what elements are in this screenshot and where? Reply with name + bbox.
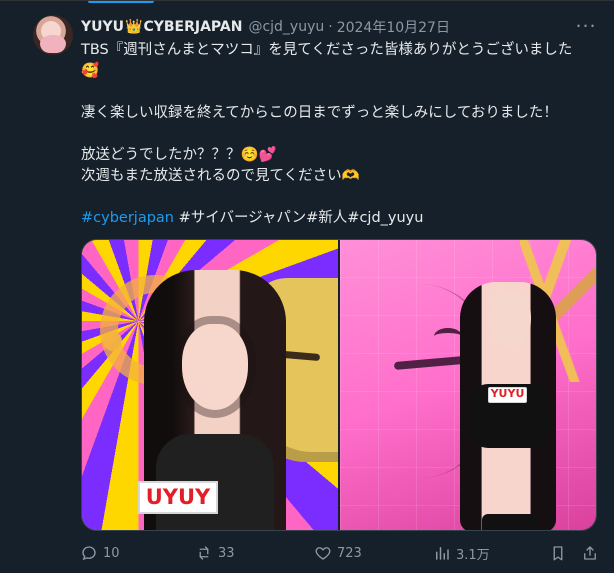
tweet-actions: 10 33 723 3.1万 bbox=[80, 541, 600, 565]
tweet-text-blank-line-1 bbox=[81, 82, 596, 103]
tweet-text-line-4: 放送どうでしたか？？？☺️💕 bbox=[81, 147, 277, 163]
cyberjapan-hashtag-link[interactable]: #cyberjapan bbox=[81, 210, 174, 226]
like-button[interactable]: 723 bbox=[314, 541, 362, 565]
share-icon bbox=[581, 544, 599, 562]
avatar[interactable] bbox=[33, 15, 73, 55]
repost-button[interactable]: 33 bbox=[195, 541, 235, 565]
bookmark-icon bbox=[549, 544, 567, 562]
reply-button[interactable]: 10 bbox=[80, 541, 120, 565]
views-button[interactable]: 3.1万 bbox=[433, 541, 490, 565]
bookmark-button[interactable] bbox=[549, 541, 567, 565]
tweet-text-line-1: TBS『週刊さんまとマツコ』を見てくださった皆様ありがとうございました bbox=[81, 42, 573, 58]
like-count: 723 bbox=[337, 545, 362, 561]
tweet-text: TBS『週刊さんまとマツコ』を見てくださった皆様ありがとうございました 🥰 凄く… bbox=[81, 40, 596, 229]
right-name-badge: YUYU bbox=[488, 387, 527, 403]
left-photo[interactable]: UYUY bbox=[82, 240, 338, 530]
repost-count: 33 bbox=[218, 545, 235, 561]
display-name-suffix[interactable]: CYBERJAPAN bbox=[143, 19, 242, 35]
reply-icon bbox=[80, 544, 98, 562]
right-photo[interactable]: YUYU bbox=[340, 240, 596, 530]
tweet-text-blank-line-3 bbox=[81, 187, 596, 208]
more-options-button[interactable]: ... bbox=[574, 12, 598, 38]
tweet-text-line-3: 凄く楽しい収録を終えてからこの日までずっと楽しみにしておりました！ bbox=[81, 105, 558, 121]
person-figure bbox=[460, 282, 556, 530]
tweet-media-grid[interactable]: UYUY YUYU bbox=[81, 239, 597, 531]
heart-icon bbox=[314, 544, 332, 562]
view-count: 3.1万 bbox=[456, 547, 490, 563]
other-hashtags[interactable]: #サイバージャパン#新人#cjd_yuyu bbox=[174, 210, 424, 226]
share-button[interactable] bbox=[581, 541, 599, 565]
tweet-text-blank-line-2 bbox=[81, 124, 596, 145]
tweet-date[interactable]: 2024年10月27日 bbox=[337, 17, 450, 37]
repost-icon bbox=[195, 544, 213, 562]
display-name-prefix[interactable]: YUYU bbox=[81, 19, 124, 35]
tweet-text-line-5: 次週もまた放送されるので見てください🫶 bbox=[81, 168, 360, 184]
reply-count: 10 bbox=[103, 545, 120, 561]
user-handle[interactable]: @cjd_yuyu bbox=[248, 19, 324, 35]
left-name-badge: UYUY bbox=[138, 481, 218, 514]
header-separator: · bbox=[328, 19, 333, 35]
tweet-card[interactable]: YUYU 👑 CYBERJAPAN @cjd_yuyu · 2024年10月27… bbox=[0, 0, 614, 573]
views-icon bbox=[433, 544, 451, 562]
hashtags-line: #cyberjapan #サイバージャパン#新人#cjd_yuyu bbox=[81, 208, 596, 229]
tweet-header: YUYU 👑 CYBERJAPAN @cjd_yuyu · 2024年10月27… bbox=[81, 16, 581, 38]
crown-icon: 👑 bbox=[125, 19, 143, 35]
tweet-text-line-2: 🥰 bbox=[81, 63, 100, 79]
